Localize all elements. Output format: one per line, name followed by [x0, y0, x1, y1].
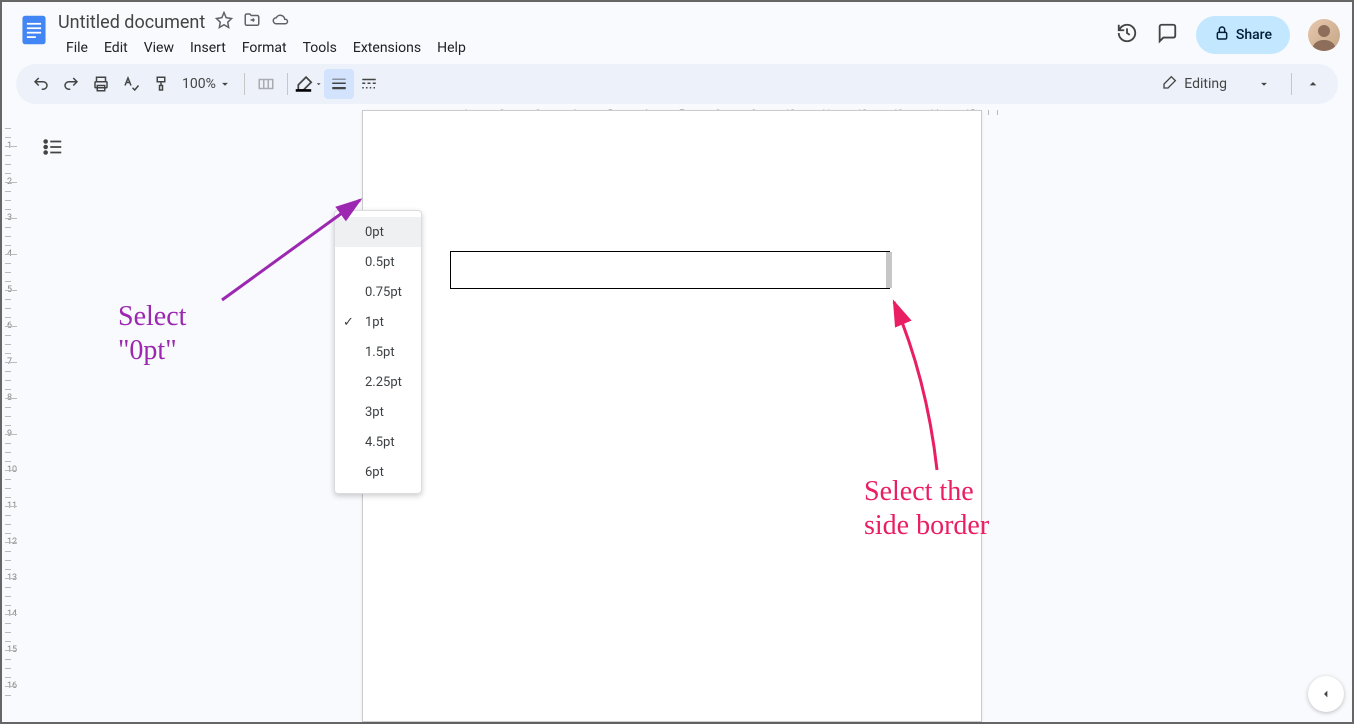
border-dash-button[interactable] [354, 69, 384, 99]
annotation-select-side-border: Select theside border [864, 475, 989, 542]
menu-file[interactable]: File [58, 36, 96, 60]
paint-format-button[interactable] [146, 69, 176, 99]
ruler-vertical: 12345678910111213141516 [5, 110, 21, 722]
border-width-option[interactable]: 0.75pt [335, 277, 421, 307]
merge-cells-button[interactable] [251, 69, 281, 99]
zoom-select[interactable]: 100% [176, 76, 238, 92]
share-label: Share [1236, 27, 1272, 43]
pencil-icon [1162, 74, 1178, 94]
border-width-button[interactable] [324, 69, 354, 99]
border-width-option[interactable]: 1.5pt [335, 337, 421, 367]
menu-extensions[interactable]: Extensions [345, 36, 429, 60]
separator [1291, 73, 1292, 95]
outline-button[interactable] [42, 136, 64, 162]
comments-icon[interactable] [1156, 22, 1178, 48]
border-width-option[interactable]: 2.25pt [335, 367, 421, 397]
border-width-option[interactable]: 4.5pt [335, 427, 421, 457]
separator [244, 73, 245, 95]
menu-format[interactable]: Format [234, 36, 295, 60]
spellcheck-button[interactable] [116, 69, 146, 99]
border-color-button[interactable] [294, 69, 324, 99]
border-width-option[interactable]: 0pt [335, 217, 421, 247]
border-width-option[interactable]: 3pt [335, 397, 421, 427]
menu-help[interactable]: Help [429, 36, 474, 60]
cloud-status-icon[interactable] [271, 11, 289, 33]
history-icon[interactable] [1116, 22, 1138, 48]
doc-title[interactable]: Untitled document [58, 12, 205, 33]
docs-logo[interactable] [14, 10, 54, 50]
print-button[interactable] [86, 69, 116, 99]
check-icon: ✓ [343, 315, 354, 330]
table-cell[interactable] [450, 251, 890, 289]
menu-bar: FileEditViewInsertFormatToolsExtensionsH… [58, 36, 1116, 60]
menu-insert[interactable]: Insert [182, 36, 234, 60]
redo-button[interactable] [56, 69, 86, 99]
editing-mode-button[interactable]: Editing [1148, 68, 1285, 100]
annotation-select-0pt: Select"0pt" [118, 300, 186, 367]
border-width-dropdown: 0pt0.5pt0.75pt✓1pt1.5pt2.25pt3pt4.5pt6pt [334, 210, 422, 494]
star-icon[interactable] [215, 11, 233, 33]
avatar[interactable] [1308, 19, 1340, 51]
mode-label: Editing [1184, 76, 1227, 92]
menu-view[interactable]: View [136, 36, 182, 60]
side-panel-toggle[interactable] [1308, 676, 1344, 712]
menu-tools[interactable]: Tools [295, 36, 345, 60]
lock-icon [1214, 25, 1230, 45]
undo-button[interactable] [26, 69, 56, 99]
separator [287, 73, 288, 95]
toolbar: 100% Editing [16, 64, 1338, 104]
border-width-option[interactable]: 6pt [335, 457, 421, 487]
side-border-handle[interactable] [886, 252, 892, 288]
document-page[interactable] [362, 110, 982, 722]
move-folder-icon[interactable] [243, 11, 261, 33]
menu-edit[interactable]: Edit [96, 36, 136, 60]
share-button[interactable]: Share [1196, 16, 1290, 54]
collapse-toolbar-button[interactable] [1298, 69, 1328, 99]
border-width-option[interactable]: ✓1pt [335, 307, 421, 337]
border-width-option[interactable]: 0.5pt [335, 247, 421, 277]
